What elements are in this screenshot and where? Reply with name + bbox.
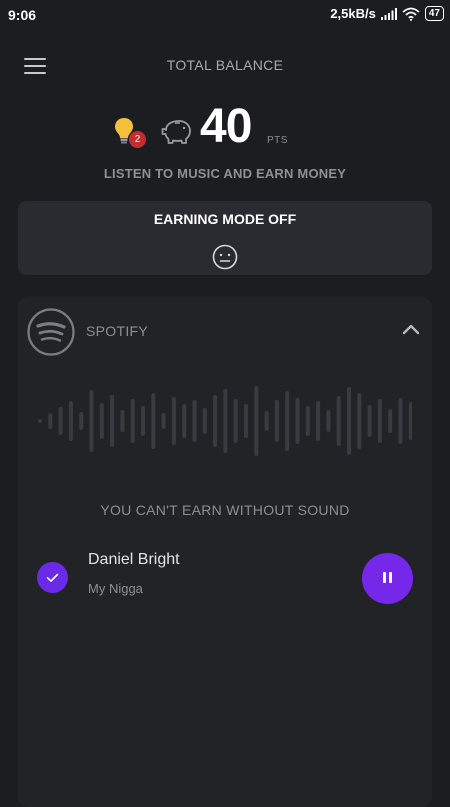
wave-bar xyxy=(233,399,238,443)
status-time: 9:06 xyxy=(8,7,37,23)
pause-icon xyxy=(383,572,386,583)
spotify-logo-icon xyxy=(27,308,75,356)
sound-wave-visualizer xyxy=(38,386,412,456)
wave-bar xyxy=(408,402,412,440)
wave-bar xyxy=(79,412,84,430)
network-speed: 2,5kB/s xyxy=(330,6,376,21)
wave-bar xyxy=(326,410,331,432)
track-title: Daniel Bright xyxy=(88,551,180,568)
wave-bar xyxy=(398,398,403,444)
notification-badge: 2 xyxy=(129,131,146,148)
points-value: 40 xyxy=(200,100,252,153)
wave-bar xyxy=(388,409,393,433)
piggy-bank-icon xyxy=(161,120,191,144)
status-bar: 9:06 2,5kB/s 47 xyxy=(0,0,450,30)
earning-mode-card[interactable]: EARNING MODE OFF xyxy=(18,201,432,275)
spotify-player-card: SPOTIFY YOU CAN'T EARN WITHOUT SOUND Dan… xyxy=(18,297,432,807)
wave-bar xyxy=(285,391,290,451)
neutral-face-icon xyxy=(212,244,238,270)
page-title: TOTAL BALANCE xyxy=(166,57,284,73)
wave-bar xyxy=(244,404,248,438)
wave-bar xyxy=(89,390,94,452)
wave-bar xyxy=(305,406,310,436)
wave-bar xyxy=(38,419,42,423)
wave-bar xyxy=(58,407,63,435)
wave-bar xyxy=(130,399,135,443)
wave-bar xyxy=(99,403,104,439)
wave-bar xyxy=(141,406,145,436)
signal-icon xyxy=(380,7,397,20)
wave-bar xyxy=(110,395,115,447)
status-indicators: 2,5kB/s 47 xyxy=(330,6,444,21)
wave-bar xyxy=(316,401,321,441)
track-selected-checkbox[interactable] xyxy=(37,562,68,593)
wave-bar xyxy=(171,397,176,445)
wave-bar xyxy=(182,404,187,438)
wave-bar xyxy=(161,413,166,429)
wave-bar xyxy=(347,387,351,455)
wave-bar xyxy=(48,413,53,429)
pause-button[interactable] xyxy=(362,553,413,604)
chevron-up-icon[interactable] xyxy=(402,323,420,335)
battery-indicator: 47 xyxy=(424,6,444,21)
wave-bar xyxy=(213,395,218,447)
pause-icon-bar xyxy=(389,572,392,583)
wave-bar xyxy=(377,399,382,443)
wave-bar xyxy=(120,410,125,432)
track-subtitle: My Nigga xyxy=(88,581,143,596)
wave-bar xyxy=(223,389,228,453)
wave-bar xyxy=(264,411,269,431)
wave-bar xyxy=(192,400,197,442)
wifi-icon xyxy=(402,7,420,21)
wave-bar xyxy=(202,408,207,434)
wave-bar xyxy=(367,405,372,437)
wave-bar xyxy=(336,396,341,446)
wave-bar xyxy=(254,386,259,456)
points-unit: PTS xyxy=(267,135,288,146)
wave-bar xyxy=(295,398,300,444)
sound-warning: YOU CAN'T EARN WITHOUT SOUND xyxy=(100,502,350,518)
wave-bar xyxy=(151,393,156,449)
wave-bar xyxy=(68,401,73,441)
wave-bar xyxy=(274,400,279,442)
wave-bar xyxy=(357,393,362,449)
earn-subtitle: LISTEN TO MUSIC AND EARN MONEY xyxy=(103,166,347,181)
checkmark-icon xyxy=(46,573,59,582)
service-name: SPOTIFY xyxy=(86,323,148,339)
earning-mode-label: EARNING MODE OFF xyxy=(153,211,297,227)
